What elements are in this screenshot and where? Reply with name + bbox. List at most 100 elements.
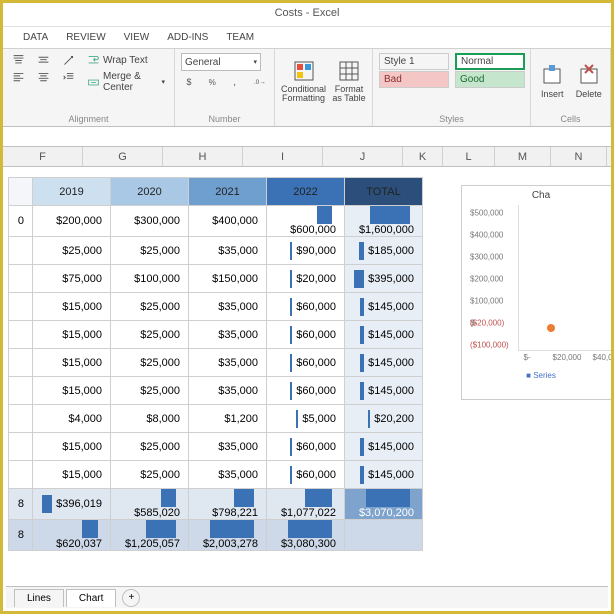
footer-row[interactable]: 8$620,037$1,205,057$2,003,278$3,080,300 [9,520,423,551]
conditional-formatting-button[interactable]: Conditional Formatting [281,53,326,109]
align-left-button[interactable] [9,70,28,85]
cell[interactable]: $300,000 [111,206,189,237]
cell[interactable]: $25,000 [111,293,189,321]
increase-decimal-button[interactable]: .0→ [250,74,269,89]
spreadsheet-grid[interactable]: FGHIJKLMN 2019202020212022TOTAL 0$200,00… [3,147,611,602]
cell[interactable]: $35,000 [189,237,267,265]
cell-style-normal[interactable]: Normal [455,53,525,70]
column-header[interactable]: M [495,147,551,166]
cell[interactable]: $35,000 [189,321,267,349]
cell[interactable]: $25,000 [33,237,111,265]
column-header[interactable]: N [551,147,607,166]
cell[interactable]: $20,000 [267,265,345,293]
cell[interactable]: $60,000 [267,461,345,489]
cell[interactable]: $60,000 [267,321,345,349]
tab-review[interactable]: REVIEW [66,32,105,43]
cell[interactable] [345,520,423,551]
cell[interactable]: $35,000 [189,433,267,461]
cell[interactable]: $25,000 [111,433,189,461]
column-header[interactable]: J [323,147,403,166]
table-row[interactable]: $15,000$25,000$35,000$60,000$145,000 [9,349,423,377]
cell[interactable]: $100,000 [111,265,189,293]
cell[interactable]: $395,000 [345,265,423,293]
cell[interactable]: $25,000 [111,377,189,405]
table-row[interactable]: 0$200,000$300,000$400,000$600,000$1,600,… [9,206,423,237]
cell[interactable]: $400,000 [189,206,267,237]
cell[interactable]: $145,000 [345,461,423,489]
cell[interactable]: $25,000 [111,461,189,489]
cell[interactable]: $200,000 [33,206,111,237]
formula-bar[interactable] [3,127,611,147]
tab-view[interactable]: VIEW [124,32,150,43]
cell[interactable]: $1,077,022 [267,489,345,520]
comma-button[interactable]: , [227,74,246,89]
cell[interactable]: $1,200 [189,405,267,433]
cell[interactable]: $4,000 [33,405,111,433]
tab-data[interactable]: DATA [23,32,48,43]
percent-button[interactable]: % [204,74,223,89]
align-middle-button[interactable] [34,53,53,68]
cell-style-style1[interactable]: Style 1 [379,53,449,70]
cell[interactable]: $1,205,057 [111,520,189,551]
cell[interactable]: $60,000 [267,349,345,377]
cell[interactable]: $15,000 [33,349,111,377]
cell[interactable]: $8,000 [111,405,189,433]
column-header[interactable]: I [243,147,323,166]
table-row[interactable]: $25,000$25,000$35,000$90,000$185,000 [9,237,423,265]
cell[interactable]: $60,000 [267,293,345,321]
table-row[interactable]: $15,000$25,000$35,000$60,000$145,000 [9,293,423,321]
table-row[interactable]: $15,000$25,000$35,000$60,000$145,000 [9,461,423,489]
cell[interactable]: $798,221 [189,489,267,520]
cell[interactable]: $35,000 [189,377,267,405]
align-center-button[interactable] [34,70,53,85]
format-as-table-button[interactable]: Format as Table [332,53,366,109]
embedded-chart[interactable]: Cha $-$20,000$40,000 $500,000$400,000$30… [461,185,611,400]
cell[interactable]: $35,000 [189,293,267,321]
cell[interactable]: $15,000 [33,321,111,349]
currency-button[interactable]: $ [181,74,200,89]
cell[interactable]: $15,000 [33,433,111,461]
tab-team[interactable]: TEAM [226,32,254,43]
cell[interactable]: $620,037 [33,520,111,551]
align-top-button[interactable] [9,53,28,68]
cell[interactable]: $25,000 [111,321,189,349]
table-row[interactable]: $4,000$8,000$1,200$5,000$20,200 [9,405,423,433]
column-header[interactable]: L [443,147,495,166]
table-row[interactable]: $75,000$100,000$150,000$20,000$395,000 [9,265,423,293]
merge-center-button[interactable]: Merge & Center ▾ [84,70,168,94]
table-row[interactable]: $15,000$25,000$35,000$60,000$145,000 [9,321,423,349]
tab-addins[interactable]: ADD-INS [167,32,208,43]
cell[interactable]: $60,000 [267,377,345,405]
cell[interactable]: $600,000 [267,206,345,237]
cell[interactable]: $145,000 [345,321,423,349]
cell[interactable]: $15,000 [33,377,111,405]
cell[interactable]: $15,000 [33,293,111,321]
cell[interactable]: $2,003,278 [189,520,267,551]
cell[interactable]: $185,000 [345,237,423,265]
footer-row[interactable]: 8$396,019$585,020$798,221$1,077,022$3,07… [9,489,423,520]
add-sheet-button[interactable]: + [122,589,140,607]
cell[interactable]: $585,020 [111,489,189,520]
column-header[interactable]: F [3,147,83,166]
cell[interactable]: $35,000 [189,461,267,489]
cell[interactable]: $145,000 [345,349,423,377]
cell[interactable]: $15,000 [33,461,111,489]
delete-button[interactable]: Delete [574,53,605,109]
insert-button[interactable]: Insert [537,53,568,109]
column-header[interactable]: G [83,147,163,166]
cell[interactable]: $1,600,000 [345,206,423,237]
cell[interactable]: $90,000 [267,237,345,265]
cell[interactable]: $3,070,200 [345,489,423,520]
cell[interactable]: $396,019 [33,489,111,520]
cell[interactable]: $25,000 [111,349,189,377]
cell[interactable]: $35,000 [189,349,267,377]
cell[interactable]: $5,000 [267,405,345,433]
table-row[interactable]: $15,000$25,000$35,000$60,000$145,000 [9,433,423,461]
column-header[interactable]: K [403,147,443,166]
cell[interactable]: $145,000 [345,377,423,405]
cell[interactable]: $145,000 [345,433,423,461]
cell-style-bad[interactable]: Bad [379,71,449,88]
column-header[interactable]: H [163,147,243,166]
cell[interactable]: $20,200 [345,405,423,433]
cell[interactable]: $60,000 [267,433,345,461]
